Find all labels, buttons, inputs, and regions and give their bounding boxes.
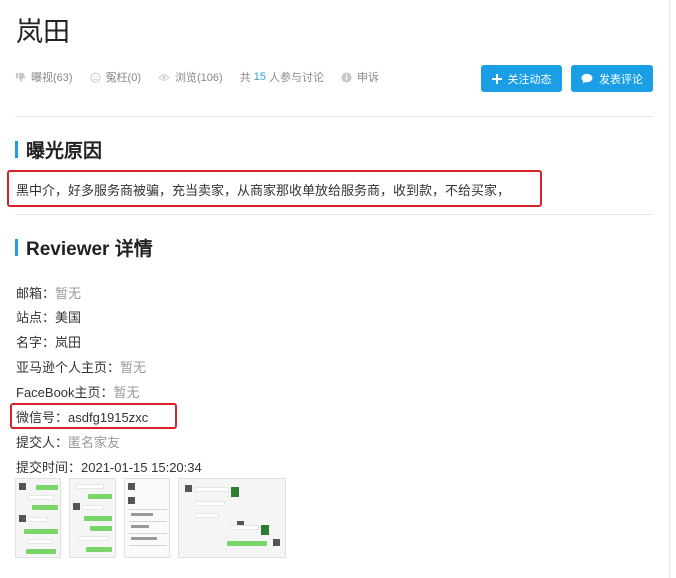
stat-exposure[interactable]: 曝视(63)	[15, 69, 73, 85]
submitter-label: 提交人：	[16, 435, 69, 450]
facebook-value: 暂无	[113, 385, 140, 400]
follow-button-label: 关注动态	[507, 73, 552, 86]
submitter-value: 匿名家友	[68, 435, 121, 450]
name-label: 名字：	[16, 335, 56, 350]
site-value: 美国	[55, 310, 82, 325]
page-title: 岚田	[16, 17, 70, 47]
sad-face-icon	[90, 71, 101, 83]
chat-bubble-icon	[581, 73, 593, 84]
detail-email: 邮箱：暂无	[16, 283, 81, 302]
submit-time-value: 2021-01-15 15:20:34	[81, 460, 202, 475]
stats-bar: 曝视(63) 冤枉(0) 浏览(106) 共 15 人参与讨论 申诉	[15, 69, 396, 85]
eye-icon	[158, 73, 170, 81]
detail-site: 站点：美国	[16, 307, 81, 326]
stat-wronged-label: 冤枉(0)	[105, 72, 142, 84]
wechat-value: asdfg1915zxc	[68, 410, 149, 425]
discussion-suffix: 人参与讨论	[268, 72, 324, 84]
amazon-label: 亚马逊个人主页：	[16, 360, 121, 375]
thumbs-down-icon	[15, 72, 26, 83]
facebook-label: FaceBook主页：	[16, 385, 114, 400]
detail-name: 名字：岚田	[16, 332, 81, 351]
info-icon	[341, 71, 352, 83]
site-label: 站点：	[16, 310, 56, 325]
detail-submitter: 提交人：匿名家友	[16, 432, 120, 451]
discussion-prefix: 共	[239, 72, 251, 84]
stat-views-label: 浏览(106)	[175, 72, 223, 84]
reason-heading-text: 曝光原因	[26, 140, 103, 162]
appeal-label: 申诉	[356, 72, 379, 84]
wechat-label: 微信号：	[16, 410, 69, 425]
evidence-thumbnail[interactable]	[124, 478, 170, 558]
detail-amazon: 亚马逊个人主页：暂无	[16, 357, 146, 376]
detail-submit-time: 提交时间：2021-01-15 15:20:34	[16, 457, 202, 476]
reason-text: 黑中介，好多服务商被骗，充当卖家，从商家那收单放给服务商，收到款，不给买家，	[16, 183, 511, 198]
reviewer-heading-text: Reviewer 详情	[26, 238, 153, 260]
divider-middle	[15, 214, 653, 215]
follow-button[interactable]: 关注动态	[481, 65, 562, 92]
email-label: 邮箱：	[16, 286, 56, 301]
email-value: 暂无	[55, 286, 82, 301]
detail-wechat: 微信号：asdfg1915zxc	[16, 407, 148, 426]
divider-top	[15, 116, 653, 117]
reason-heading: 曝光原因	[15, 139, 102, 162]
evidence-thumbnail[interactable]	[69, 478, 116, 558]
amazon-value: 暂无	[120, 360, 147, 375]
stat-views: 浏览(106)	[158, 69, 223, 85]
heading-accent-bar	[15, 238, 18, 256]
detail-facebook: FaceBook主页：暂无	[16, 382, 140, 401]
name-value: 岚田	[55, 335, 82, 350]
reviewer-heading: Reviewer 详情	[15, 237, 153, 260]
evidence-thumbnail[interactable]	[15, 478, 61, 558]
scrollbar-track[interactable]	[669, 0, 670, 578]
submit-time-label: 提交时间：	[16, 460, 82, 475]
stat-wronged[interactable]: 冤枉(0)	[90, 69, 141, 85]
comment-button-label: 发表评论	[599, 73, 643, 86]
evidence-thumbnail[interactable]	[178, 478, 286, 558]
heading-accent-bar	[15, 140, 18, 158]
appeal-link[interactable]: 申诉	[341, 69, 379, 85]
comment-button[interactable]: 发表评论	[571, 65, 653, 92]
stat-exposure-label: 曝视(63)	[31, 72, 73, 84]
stat-discussion: 共 15 人参与讨论	[240, 69, 324, 85]
discussion-count: 15	[253, 71, 266, 83]
plus-icon	[491, 73, 502, 84]
